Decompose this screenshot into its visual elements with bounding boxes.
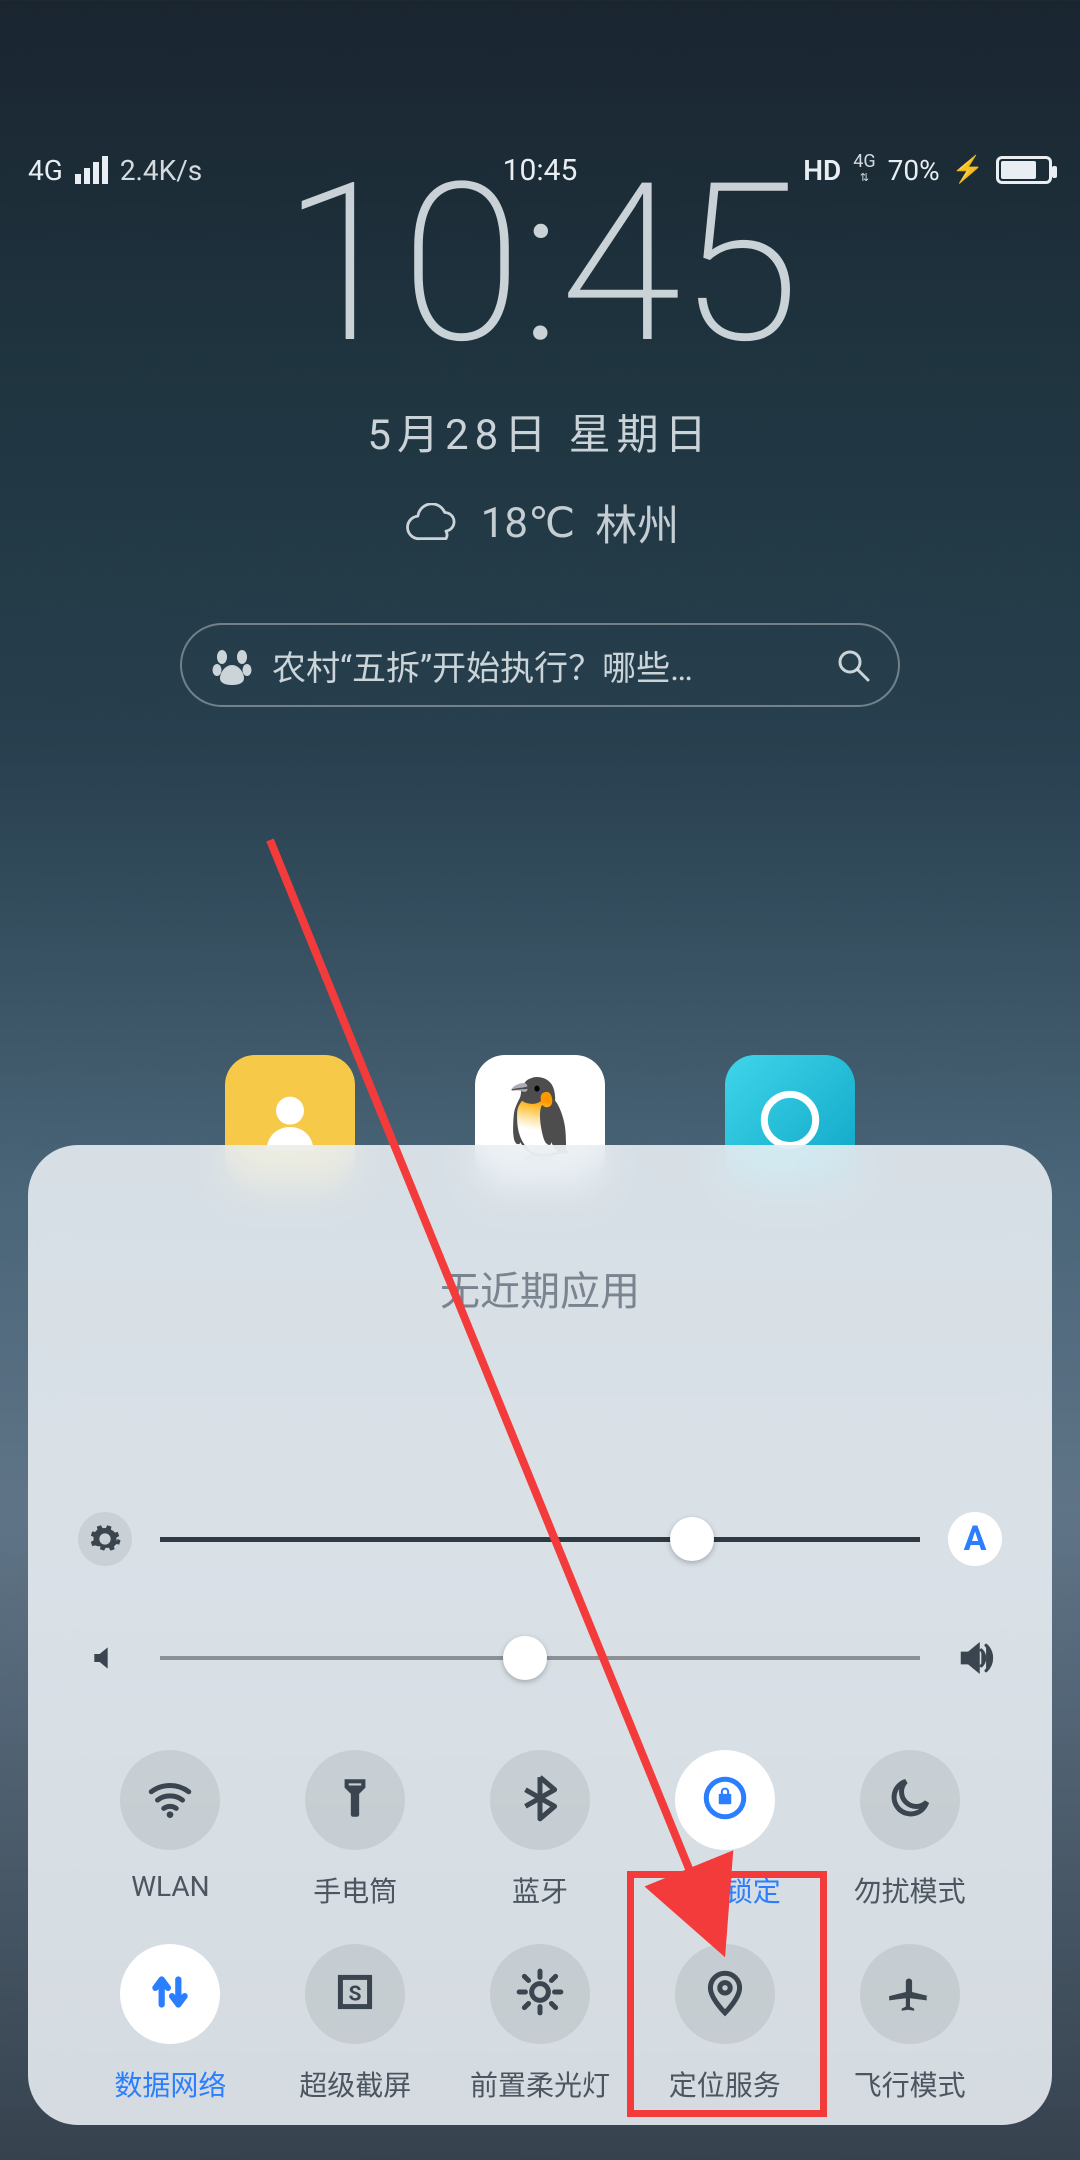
hd-icon: HD bbox=[803, 154, 841, 187]
search-hot-text: 农村“五拆”开始执行？哪些… bbox=[272, 641, 818, 690]
data-arrows-icon bbox=[145, 1967, 195, 2021]
search-bar[interactable]: 农村“五拆”开始执行？哪些… bbox=[180, 623, 900, 707]
search-icon bbox=[836, 648, 870, 682]
battery-icon bbox=[996, 156, 1052, 184]
brightness-track[interactable] bbox=[160, 1537, 920, 1542]
statusbar-clock: 10:45 bbox=[503, 153, 578, 188]
signal-icon bbox=[75, 156, 108, 184]
annotation-highlight-box bbox=[627, 1871, 827, 2117]
flashlight-icon bbox=[330, 1773, 380, 1827]
volume-slider[interactable] bbox=[78, 1631, 1002, 1685]
moon-icon bbox=[885, 1773, 935, 1827]
lock-weather: 18℃ 林州 bbox=[0, 492, 1080, 553]
toggle-label: 前置柔光灯 bbox=[470, 2064, 610, 2104]
status-left: 4G 2.4K/s bbox=[28, 154, 202, 187]
toggle-label: 勿扰模式 bbox=[854, 1870, 966, 1910]
volume-track[interactable] bbox=[160, 1656, 920, 1660]
lock-date: 5月28日 星期日 bbox=[0, 401, 1080, 462]
bluetooth-icon bbox=[515, 1773, 565, 1827]
control-center-panel[interactable]: 无近期应用 A WLAN bbox=[28, 1145, 1052, 2125]
cloud-icon bbox=[401, 503, 461, 543]
charging-icon: ⚡ bbox=[952, 155, 984, 185]
baidu-paw-icon bbox=[210, 643, 254, 687]
toggle-label: 蓝牙 bbox=[512, 1870, 568, 1910]
toggle-bluetooth[interactable]: 蓝牙 bbox=[448, 1750, 633, 1910]
toggle-label: 飞行模式 bbox=[854, 2064, 966, 2104]
lock-city: 林州 bbox=[595, 492, 679, 553]
toggle-label: 超级截屏 bbox=[299, 2064, 411, 2104]
toggle-wlan[interactable]: WLAN bbox=[78, 1750, 263, 1910]
wifi-icon bbox=[145, 1773, 195, 1827]
status-bar: 4G 2.4K/s 10:45 HD 4G⇅ 70% ⚡ bbox=[0, 135, 1080, 205]
svg-text:S: S bbox=[349, 1982, 362, 2006]
toggle-screenshot[interactable]: S 超级截屏 bbox=[263, 1944, 448, 2104]
status-right: HD 4G⇅ 70% ⚡ bbox=[803, 154, 1052, 187]
toggle-label: WLAN bbox=[131, 1870, 209, 1903]
network-speed: 2.4K/s bbox=[120, 154, 202, 187]
lock-temp: 18℃ bbox=[481, 498, 575, 548]
toggle-front-flash[interactable]: 前置柔光灯 bbox=[448, 1944, 633, 2104]
screenshot-icon: S bbox=[330, 1967, 380, 2021]
rotation-lock-icon bbox=[700, 1773, 750, 1827]
toggle-mobile-data[interactable]: 数据网络 bbox=[78, 1944, 263, 2104]
sliders-section: A bbox=[78, 1512, 1002, 1685]
brightness-thumb[interactable] bbox=[670, 1517, 714, 1561]
brightness-slider[interactable]: A bbox=[78, 1512, 1002, 1566]
battery-percent: 70% bbox=[888, 154, 940, 187]
airplane-icon bbox=[885, 1967, 935, 2021]
toggle-label: 手电筒 bbox=[313, 1870, 397, 1910]
volume-low-icon bbox=[78, 1631, 132, 1685]
toggle-grid: WLAN 手电筒 蓝牙 竖屏锁定 勿扰模式 数据网络 S 超级截屏 前 bbox=[78, 1750, 1002, 2104]
auto-brightness-button[interactable]: A bbox=[948, 1512, 1002, 1566]
toggle-dnd[interactable]: 勿扰模式 bbox=[817, 1750, 1002, 1910]
no-recent-apps-label: 无近期应用 bbox=[78, 1259, 1002, 1317]
settings-gear-icon[interactable] bbox=[78, 1512, 132, 1566]
toggle-flashlight[interactable]: 手电筒 bbox=[263, 1750, 448, 1910]
volume-high-icon bbox=[948, 1631, 1002, 1685]
volume-thumb[interactable] bbox=[503, 1636, 547, 1680]
data-4g-icon: 4G⇅ bbox=[853, 154, 875, 186]
sun-icon bbox=[515, 1967, 565, 2021]
toggle-airplane[interactable]: 飞行模式 bbox=[817, 1944, 1002, 2104]
network-type: 4G bbox=[28, 154, 63, 187]
toggle-label: 数据网络 bbox=[114, 2064, 226, 2104]
